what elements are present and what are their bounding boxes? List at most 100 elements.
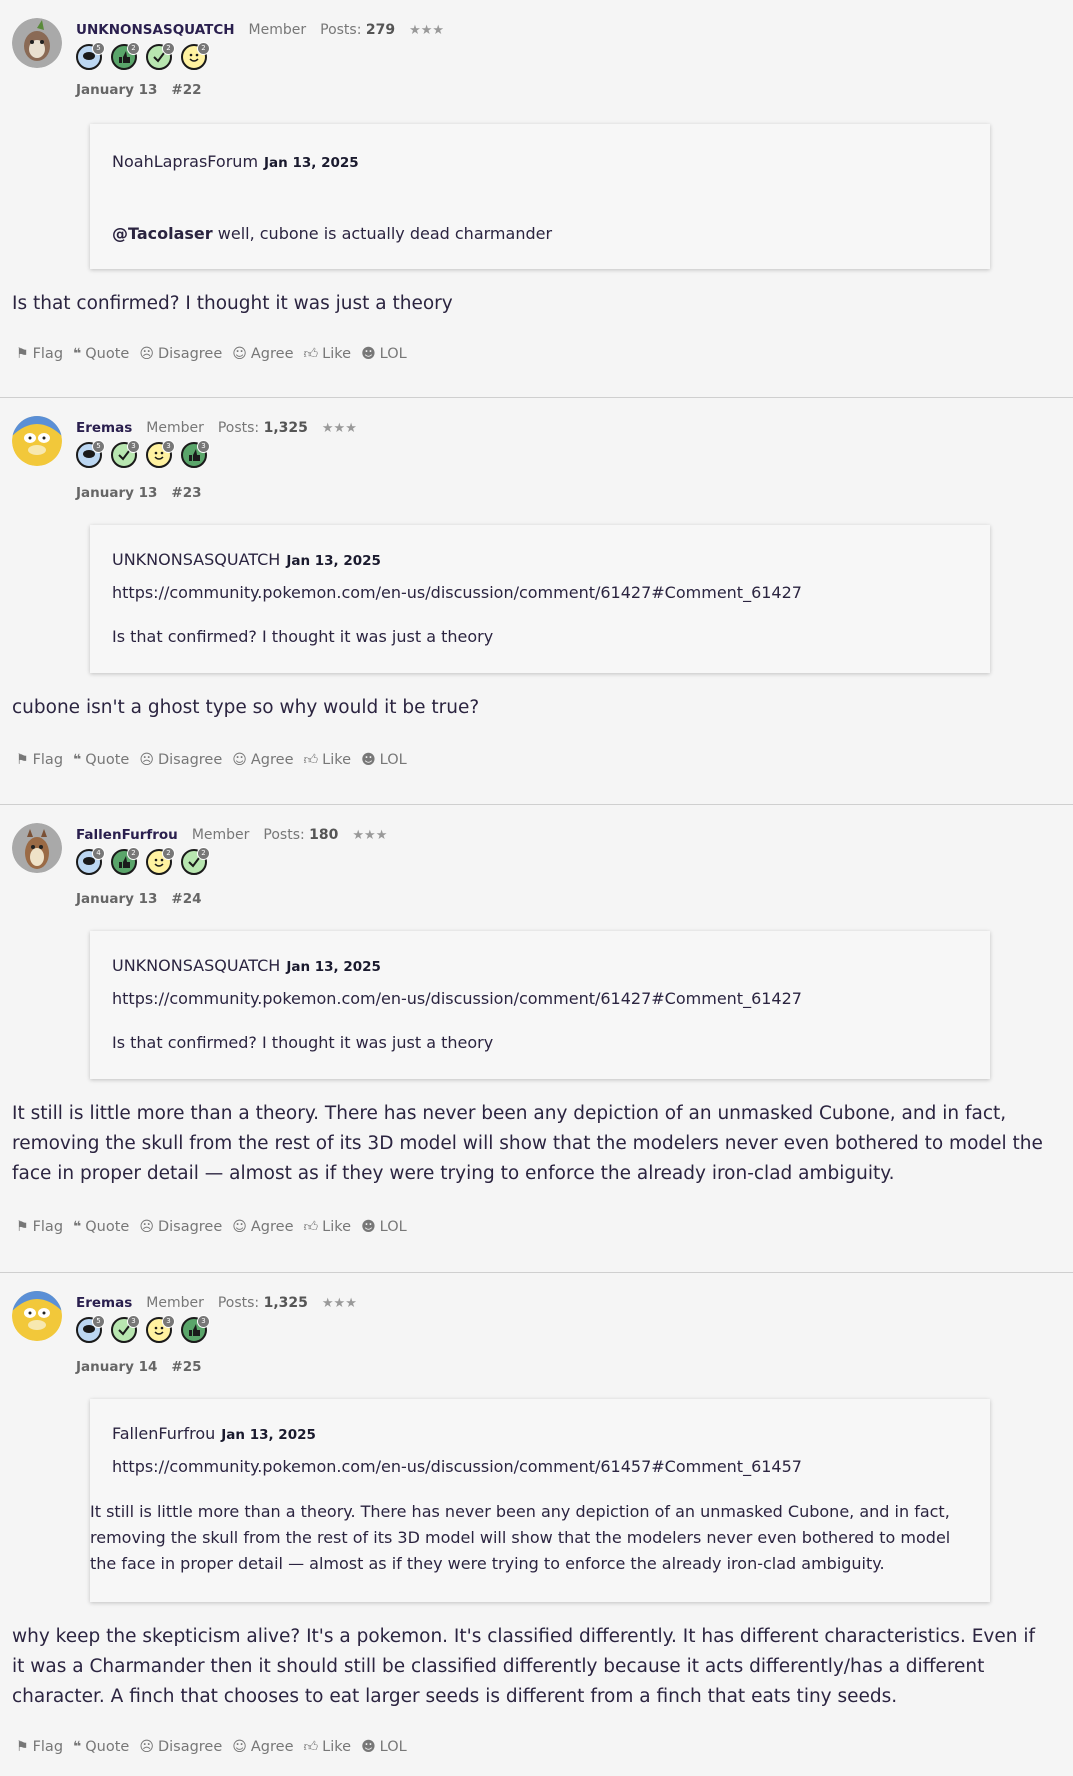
lol-badge-icon[interactable]: 2 <box>146 847 175 875</box>
quote-text: It still is little more than a theory. T… <box>90 1502 951 1573</box>
quote-block: FallenFurfrou Jan 13, 2025 https://commun… <box>90 1399 990 1602</box>
quote-icon: ❝ <box>73 1218 82 1235</box>
username[interactable]: UNKNONSASQUATCH <box>76 22 235 38</box>
post-number[interactable]: #23 <box>171 485 201 501</box>
post-number[interactable]: #25 <box>171 1359 201 1375</box>
disagree-button[interactable]: ☹ Disagree <box>139 1218 222 1235</box>
avatar[interactable] <box>12 18 62 68</box>
username[interactable]: FallenFurfrou <box>76 827 178 843</box>
user-role: Member <box>146 1295 204 1311</box>
like-button[interactable]: 👍︎ Like <box>304 751 352 769</box>
post-date[interactable]: January 14 <box>76 1359 157 1375</box>
thumbs-up-icon: 👍︎ <box>303 346 319 362</box>
comment-badge-icon[interactable]: 4 <box>76 847 105 875</box>
quote-label: Quote <box>85 1218 130 1235</box>
username[interactable]: Eremas <box>76 420 132 436</box>
like-button[interactable]: 👍︎ Like <box>303 1738 352 1756</box>
lol-button[interactable]: ☻ LOL <box>361 345 407 362</box>
like-button[interactable]: 👍︎ Like <box>304 1218 352 1236</box>
comment-badge-icon[interactable]: 5 <box>76 440 105 468</box>
quote-block: UNKNONSASQUATCH Jan 13, 2025 https://comm… <box>90 931 990 1079</box>
agree-icon: ☺ <box>232 1738 247 1755</box>
post-meta: Eremas Member Posts: 1,325 ★★★ <box>76 420 357 436</box>
disagree-button[interactable]: ☹ Disagree <box>139 1738 222 1755</box>
disagree-label: Disagree <box>157 345 223 362</box>
lol-button[interactable]: ☻ LOL <box>361 1738 407 1755</box>
lol-button[interactable]: ☻ LOL <box>361 751 407 768</box>
avatar[interactable] <box>12 416 62 466</box>
post-number[interactable]: #24 <box>171 891 201 907</box>
quote-date: Jan 13, 2025 <box>286 959 381 975</box>
agree-button[interactable]: ☺ Agree <box>232 345 293 362</box>
disagree-icon: ☹ <box>139 751 154 768</box>
user-role: Member <box>191 827 250 843</box>
quote-author[interactable]: UNKNONSASQUATCH <box>112 550 280 569</box>
thumbs-up-icon: 👍︎ <box>303 1739 319 1755</box>
disagree-button[interactable]: ☹ Disagree <box>139 751 222 768</box>
disagree-button[interactable]: ☹ Disagree <box>139 345 222 362</box>
agree-badge-icon[interactable]: 3 <box>111 1315 140 1343</box>
lol-badge-icon[interactable]: 3 <box>146 1315 175 1343</box>
comment-badge-icon[interactable]: 5 <box>76 42 105 70</box>
post-count: Posts: 279 <box>320 22 395 38</box>
agree-badge-icon[interactable]: 2 <box>181 847 210 875</box>
quote-label: Quote <box>85 345 130 362</box>
quote-link[interactable]: https://community.pokemon.com/en-us/disc… <box>112 583 802 602</box>
lol-label: LOL <box>379 1218 407 1235</box>
lol-badge-icon[interactable]: 3 <box>146 440 175 468</box>
quote-author[interactable]: UNKNONSASQUATCH <box>112 956 280 975</box>
avatar[interactable] <box>12 1291 62 1341</box>
quote-button[interactable]: ❝ Quote <box>73 345 129 362</box>
post-count: Posts: 1,325 <box>218 1295 308 1311</box>
quote-button[interactable]: ❝ Quote <box>73 751 129 768</box>
badge-list: 5 3 3 3 <box>76 440 210 468</box>
quote-date: Jan 13, 2025 <box>286 553 381 569</box>
post-body: why keep the skepticism alive? It's a po… <box>12 1626 1035 1707</box>
post-number[interactable]: #22 <box>171 82 201 98</box>
user-mention[interactable]: @Tacolaser <box>112 224 213 243</box>
post-date[interactable]: January 13 <box>76 891 157 907</box>
badge-list: 5 2 2 2 <box>76 42 210 70</box>
like-button[interactable]: 👍︎ Like <box>303 345 352 363</box>
quote-author[interactable]: FallenFurfrou <box>112 1424 215 1443</box>
flag-button[interactable]: ⚑ Flag <box>16 345 63 362</box>
username[interactable]: Eremas <box>76 1295 132 1311</box>
quote-icon: ❝ <box>73 1738 82 1755</box>
flag-button[interactable]: ⚑ Flag <box>16 1738 63 1755</box>
agree-badge-icon[interactable]: 3 <box>111 440 140 468</box>
post-count: Posts: 1,325 <box>218 420 308 436</box>
like-badge-icon[interactable]: 3 <box>181 1315 210 1343</box>
post-date[interactable]: January 13 <box>76 82 157 98</box>
flag-button[interactable]: ⚑ Flag <box>16 751 63 768</box>
agree-button[interactable]: ☺ Agree <box>232 1218 293 1235</box>
like-label: Like <box>322 1738 352 1755</box>
flag-button[interactable]: ⚑ Flag <box>16 1218 63 1235</box>
agree-button[interactable]: ☺ Agree <box>232 1738 293 1755</box>
quote-button[interactable]: ❝ Quote <box>73 1738 129 1755</box>
agree-badge-icon[interactable]: 2 <box>146 42 175 70</box>
post-count-value: 279 <box>365 22 396 38</box>
disagree-label: Disagree <box>157 1218 223 1235</box>
flag-icon: ⚑ <box>16 345 29 362</box>
quote-link[interactable]: https://community.pokemon.com/en-us/disc… <box>112 989 802 1008</box>
avatar[interactable] <box>12 823 62 873</box>
flag-label: Flag <box>32 1218 64 1235</box>
comment-badge-icon[interactable]: 5 <box>76 1315 105 1343</box>
disagree-label: Disagree <box>157 751 223 768</box>
laugh-icon: ☻ <box>361 345 376 362</box>
post-date[interactable]: January 13 <box>76 485 157 501</box>
lol-badge-icon[interactable]: 2 <box>181 42 210 70</box>
quote-link[interactable]: https://community.pokemon.com/en-us/disc… <box>112 1457 802 1476</box>
like-badge-icon[interactable]: 2 <box>111 42 140 70</box>
flag-label: Flag <box>32 1738 64 1755</box>
quote-block: UNKNONSASQUATCH Jan 13, 2025 https://comm… <box>90 525 990 673</box>
quote-header: UNKNONSASQUATCH Jan 13, 2025 <box>112 550 381 569</box>
like-badge-icon[interactable]: 3 <box>181 440 210 468</box>
lol-button[interactable]: ☻ LOL <box>361 1218 407 1235</box>
post-count-label: Posts: <box>217 420 260 436</box>
quote-button[interactable]: ❝ Quote <box>73 1218 129 1235</box>
quote-author[interactable]: NoahLaprasForum <box>112 152 258 171</box>
post: FallenFurfrou Member Posts: 180 ★★★ 4 2 … <box>0 805 1073 1273</box>
like-badge-icon[interactable]: 2 <box>111 847 140 875</box>
agree-button[interactable]: ☺ Agree <box>232 751 293 768</box>
